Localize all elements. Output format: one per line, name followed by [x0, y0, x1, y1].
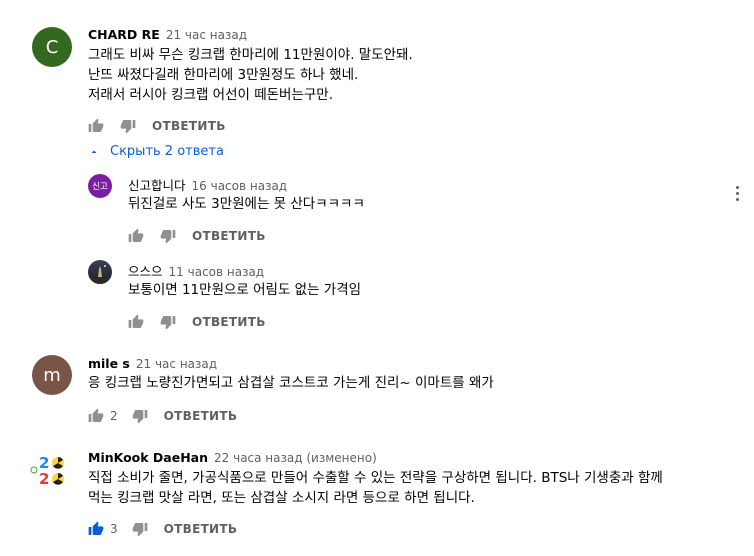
comment-header: MinKook DaeHan 22 часа назад (изменено)	[88, 447, 377, 466]
thumb-down-icon[interactable]	[160, 314, 176, 330]
comment-author[interactable]: 신고합니다	[128, 178, 186, 193]
thumb-up-icon[interactable]	[128, 228, 144, 244]
comment-actions: ОТВЕТИТЬ	[128, 226, 266, 246]
comment-time[interactable]: 22 часа назад (изменено)	[214, 451, 377, 465]
hide-replies-button[interactable]: Скрыть 2 ответа	[88, 144, 224, 159]
reply-button[interactable]: ОТВЕТИТЬ	[152, 119, 226, 133]
comment-header: mile s 21 час назад	[88, 353, 217, 372]
avatar-image	[88, 265, 112, 284]
thumb-up-icon[interactable]	[88, 118, 104, 134]
avatar[interactable]: 2 2	[30, 448, 74, 492]
more-vert-icon[interactable]	[736, 186, 740, 204]
thumb-up-icon[interactable]	[128, 314, 144, 330]
comment-header: 신고합니다 16 часов назад	[128, 175, 287, 194]
comment-author[interactable]: CHARD RE	[88, 27, 160, 42]
reply-button[interactable]: ОТВЕТИТЬ	[164, 522, 238, 536]
comment-time[interactable]: 21 час назад	[166, 28, 247, 42]
comment-header: 으스으 11 часов назад	[128, 261, 264, 280]
comment-actions: ОТВЕТИТЬ	[88, 116, 226, 136]
avatar[interactable]: 신고	[88, 174, 112, 198]
comment-text: 응 킹크랩 노량진가면되고 삼겹살 코스트코 가는게 진리~ 이마트를 왜가	[88, 375, 494, 391]
like-count: 2	[110, 409, 118, 423]
comment-text: 그래도 비싸 무슨 킹크랩 한마리에 11만원이야. 말도안돼. 난뜨 싸졌다길…	[88, 47, 413, 103]
thumb-down-icon[interactable]	[120, 118, 136, 134]
comment-actions: ОТВЕТИТЬ	[128, 312, 266, 332]
chevron-up-icon	[91, 150, 97, 153]
reply-button[interactable]: ОТВЕТИТЬ	[164, 409, 238, 423]
comment-actions: 3 ОТВЕТИТЬ	[88, 519, 237, 539]
avatar[interactable]: m	[32, 355, 72, 395]
comment-text: 직접 소비가 줄면, 가공식품으로 만들어 수출할 수 있는 전략을 구상하면 …	[88, 470, 663, 506]
thumb-down-icon[interactable]	[160, 228, 176, 244]
avatar-letter: C	[45, 36, 59, 58]
comment-text: 보통이면 11만원으로 어림도 없는 가격임	[128, 282, 362, 298]
thumb-down-icon[interactable]	[132, 521, 148, 537]
thumb-up-icon[interactable]	[88, 521, 104, 537]
thumb-down-icon[interactable]	[132, 408, 148, 424]
comment-text: 뒤진걸로 사도 3만원에는 못 산다ㅋㅋㅋㅋ	[128, 196, 365, 212]
comment-actions: 2 ОТВЕТИТЬ	[88, 406, 237, 426]
avatar[interactable]	[88, 260, 112, 284]
comment-time[interactable]: 11 часов назад	[169, 265, 265, 279]
svg-text:2: 2	[39, 470, 49, 488]
replies-toggle-label: Скрыть 2 ответа	[110, 144, 224, 159]
comment-time[interactable]: 21 час назад	[136, 357, 217, 371]
comment-header: CHARD RE 21 час назад	[88, 24, 247, 43]
thumb-up-icon[interactable]	[88, 408, 104, 424]
comment-author[interactable]: MinKook DaeHan	[88, 450, 208, 465]
avatar-image: 2 2	[30, 454, 64, 488]
comment-time[interactable]: 16 часов назад	[192, 179, 288, 193]
comment-author[interactable]: mile s	[88, 356, 130, 371]
avatar-letter: m	[43, 364, 61, 386]
like-count: 3	[110, 522, 118, 536]
reply-button[interactable]: ОТВЕТИТЬ	[192, 229, 266, 243]
avatar-text: 신고	[92, 182, 108, 192]
avatar[interactable]: C	[32, 27, 72, 67]
reply-button[interactable]: ОТВЕТИТЬ	[192, 315, 266, 329]
comment-author[interactable]: 으스으	[128, 264, 163, 279]
